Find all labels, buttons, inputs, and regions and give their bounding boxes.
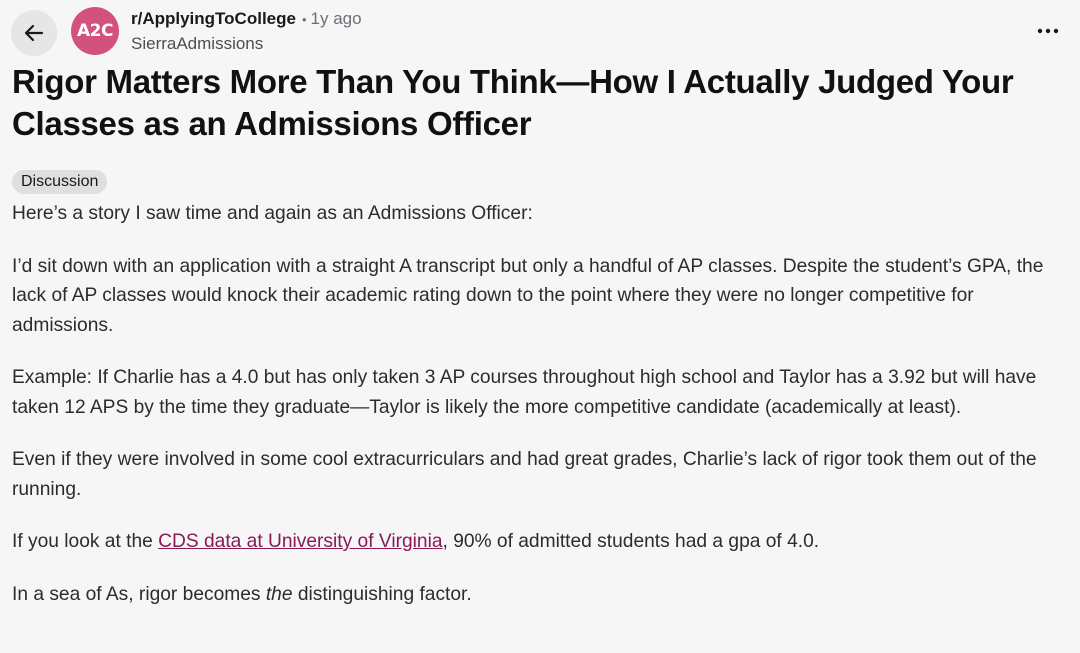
paragraph-2: I’d sit down with an application with a … xyxy=(12,255,1044,336)
post-meta: r/ApplyingToCollege • 1y ago xyxy=(131,9,362,29)
avatar-text: A2C xyxy=(77,21,113,41)
paragraph-6: In a sea of As, rigor becomes the distin… xyxy=(12,580,1070,610)
cds-data-link[interactable]: CDS data at University of Virginia xyxy=(158,531,442,552)
ellipsis-horizontal-icon xyxy=(1037,28,1059,34)
back-button[interactable] xyxy=(11,10,57,56)
paragraph-4: Even if they were involved in some cool … xyxy=(12,449,1037,500)
paragraph-6-text-after: distinguishing factor. xyxy=(292,583,472,605)
post-title: Rigor Matters More Than You Think—How I … xyxy=(12,63,1014,142)
post-header: A2C r/ApplyingToCollege • 1y ago SierraAdm… xyxy=(0,0,1080,62)
subreddit-avatar[interactable]: A2C xyxy=(71,7,119,55)
post-page: A2C r/ApplyingToCollege • 1y ago SierraAdm… xyxy=(0,0,1080,653)
more-options-button[interactable] xyxy=(1028,14,1068,48)
arrow-left-icon xyxy=(24,24,44,42)
paragraph-5-text-after: , 90% of admitted students had a gpa of … xyxy=(442,531,820,552)
paragraph-3: Example: If Charlie has a 4.0 but has on… xyxy=(12,367,1037,418)
subreddit-link[interactable]: r/ApplyingToCollege xyxy=(131,9,296,28)
post-flair[interactable]: Discussion xyxy=(12,170,108,194)
paragraph-5: If you look at the CDS data at Universit… xyxy=(12,527,1070,557)
post-body: Here’s a story I saw time and again as a… xyxy=(12,199,1070,632)
paragraph-1: Here’s a story I saw time and again as a… xyxy=(12,203,533,224)
post-time: 1y ago xyxy=(310,9,362,28)
paragraph-6-emphasis: the xyxy=(265,583,293,605)
author-link[interactable]: SierraAdmissions xyxy=(131,34,263,54)
paragraph-6-text-before: In a sea of As, rigor becomes xyxy=(12,583,266,605)
paragraph-5-text-before: If you look at the xyxy=(12,531,159,552)
meta-separator: • xyxy=(301,12,307,27)
